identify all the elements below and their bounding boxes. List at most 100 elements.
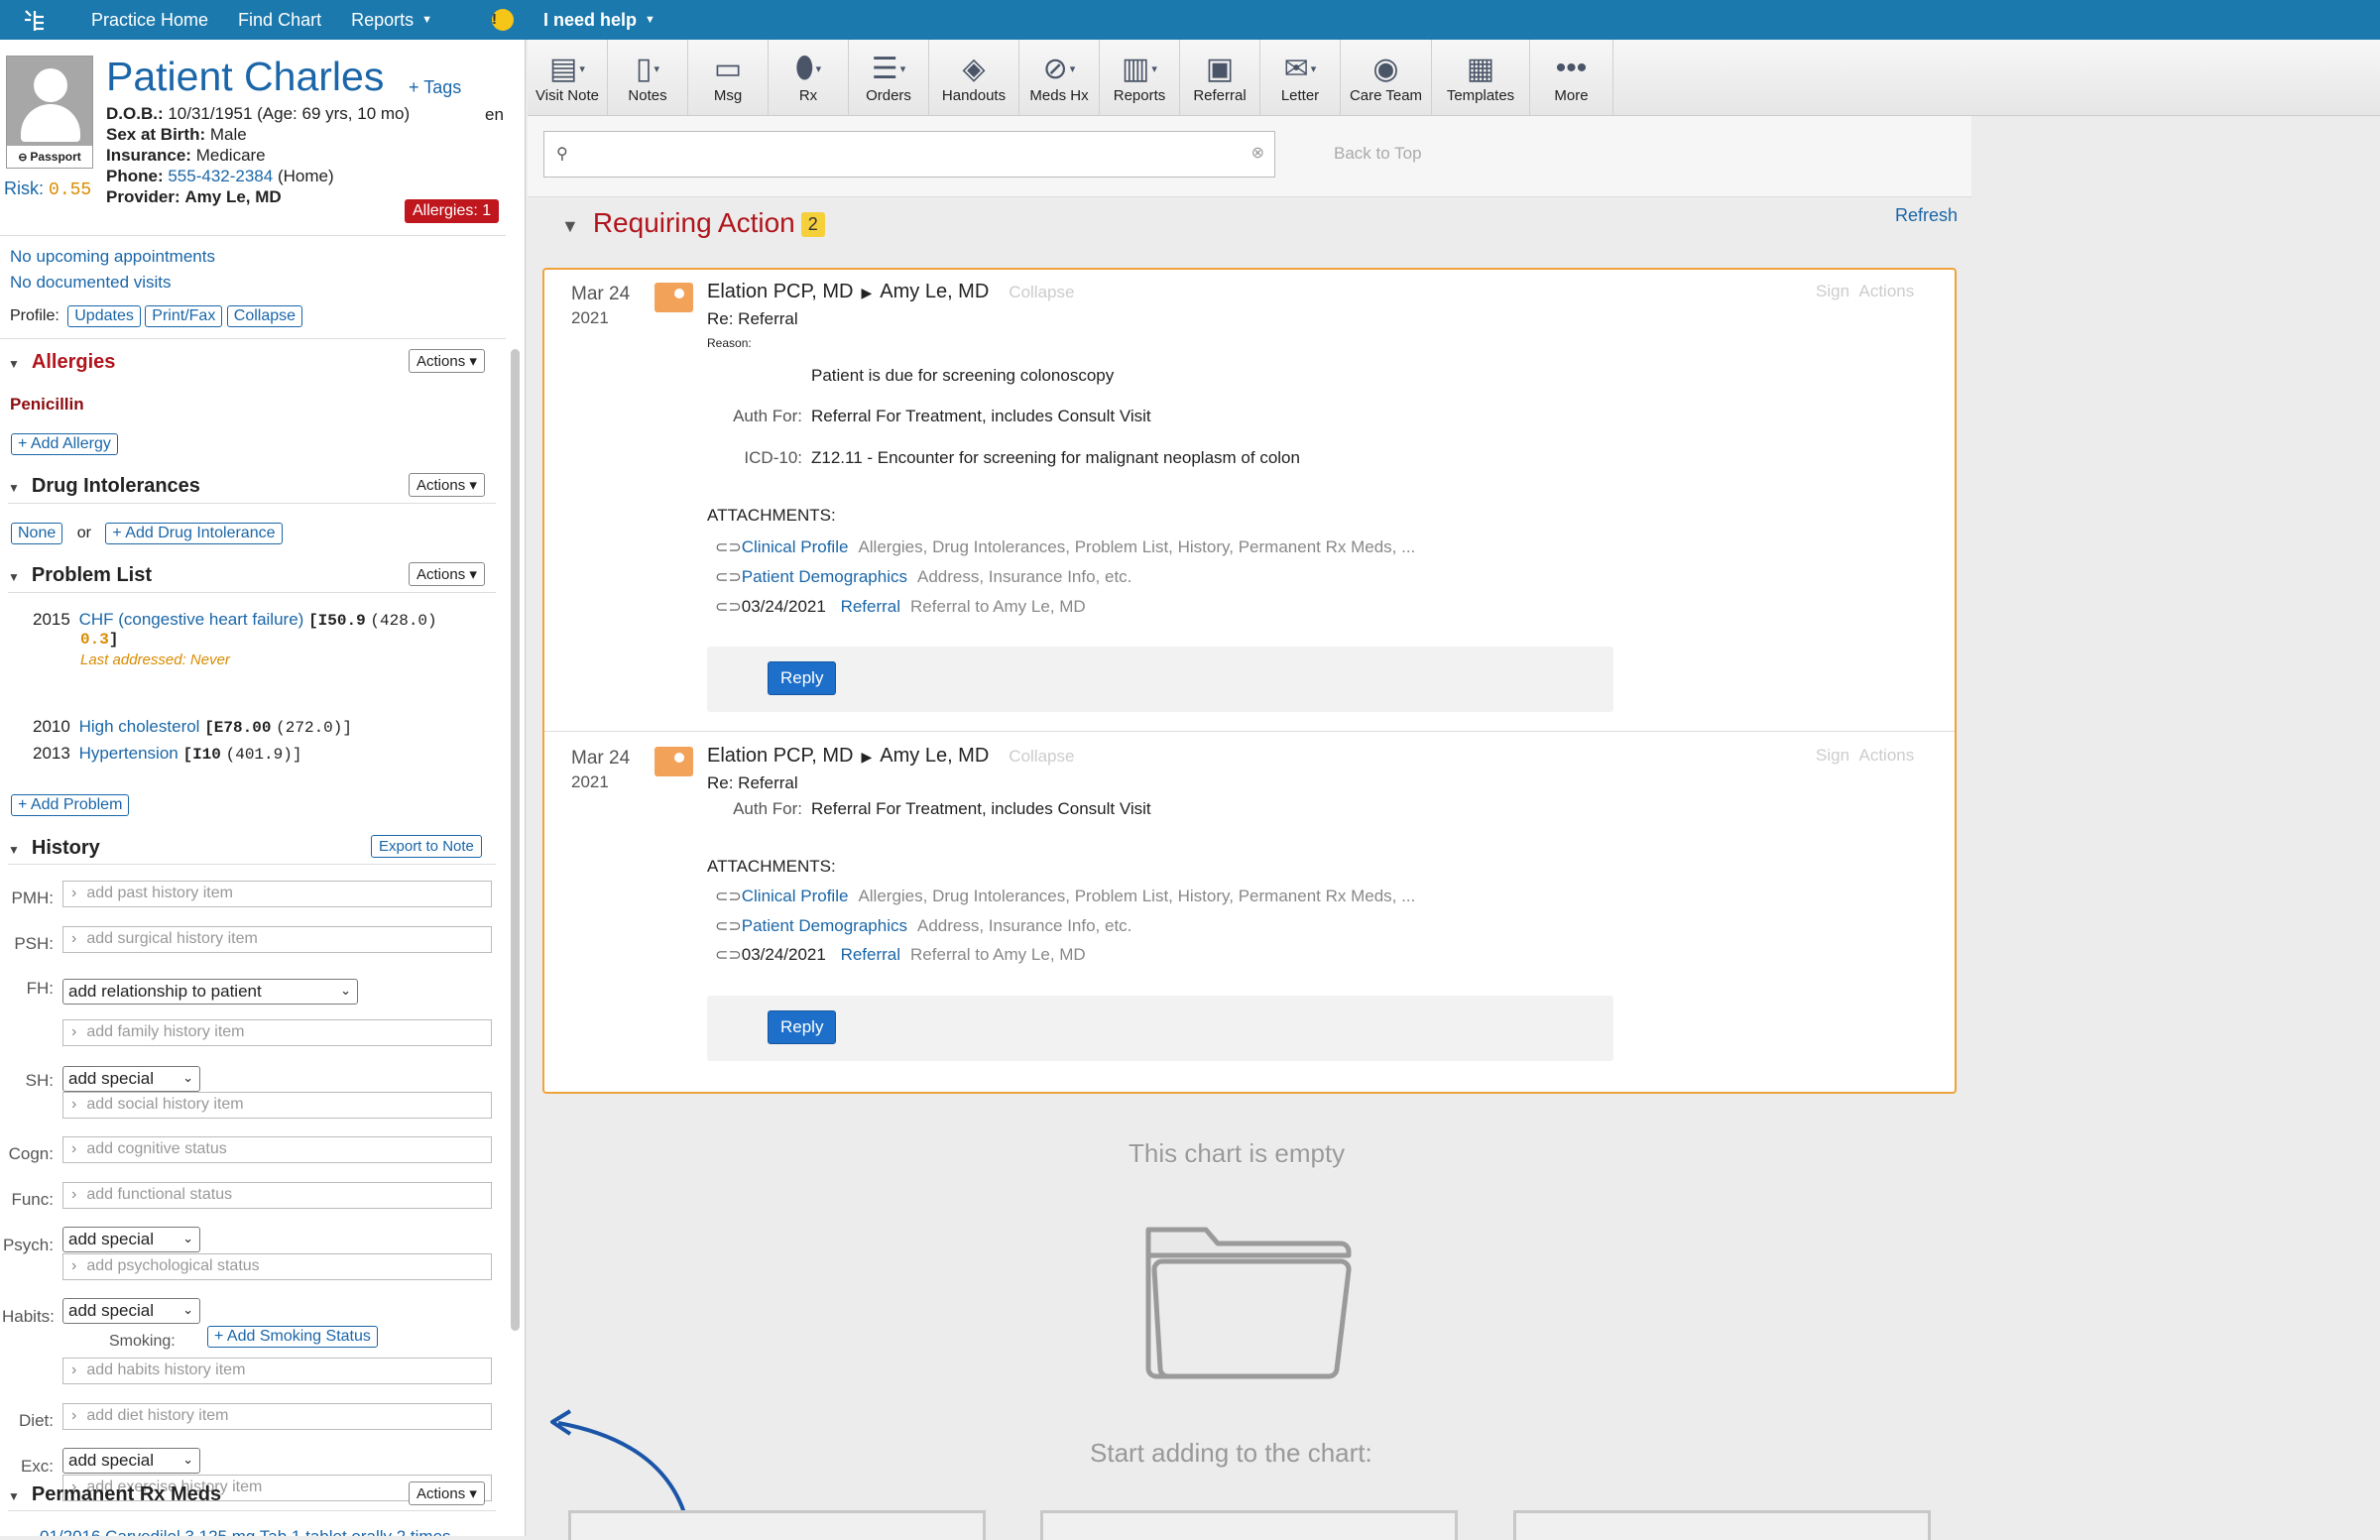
risk-score[interactable]: Risk: 0.55 bbox=[4, 178, 91, 200]
actions-label: Actions bbox=[416, 353, 466, 370]
refresh-link[interactable]: Refresh bbox=[1895, 205, 1958, 226]
intolerances-actions-button[interactable]: Actions ▾ bbox=[409, 473, 485, 497]
rx-meds-actions-button[interactable]: Actions ▾ bbox=[409, 1481, 485, 1505]
allergies-badge[interactable]: Allergies: 1 bbox=[405, 199, 500, 223]
problem-link[interactable]: High cholesterol bbox=[79, 717, 200, 736]
reply-button[interactable]: Reply bbox=[768, 1010, 837, 1044]
problem-code-suffix: 0.3 bbox=[80, 631, 109, 649]
back-to-top-link[interactable]: Back to Top bbox=[1334, 144, 1422, 164]
attachment-desc: Referral to Amy Le, MD bbox=[910, 597, 1086, 616]
diet-history-input[interactable]: › add diet history item bbox=[62, 1403, 492, 1430]
rx-meds-header[interactable]: ▼ Permanent Rx Meds bbox=[8, 1483, 221, 1506]
tags-link[interactable]: + Tags bbox=[409, 77, 461, 98]
updates-button[interactable]: Updates bbox=[67, 305, 141, 327]
print-fax-button[interactable]: Print/Fax bbox=[145, 305, 223, 327]
allergies-actions-button[interactable]: Actions ▾ bbox=[409, 349, 485, 373]
chat-icon: ▭ bbox=[713, 52, 743, 85]
nav-help[interactable]: ! I need help ▼ bbox=[492, 9, 685, 31]
drug-intolerances-header[interactable]: ▼ Drug Intolerances bbox=[8, 475, 200, 498]
orders-button[interactable]: ☰ ▾ Orders bbox=[849, 40, 929, 115]
habits-special-select[interactable]: add special ⌄ bbox=[62, 1298, 200, 1324]
clinical-profile-link[interactable]: Clinical Profile bbox=[742, 887, 849, 905]
clear-icon[interactable]: ⊗ bbox=[1251, 143, 1264, 163]
requiring-action-panel: Mar 24 2021 Elation PCP, MD ▶ Amy Le, MD Col… bbox=[542, 268, 1957, 1094]
visit-note-button[interactable]: ▤ ▾ Visit Note bbox=[528, 40, 608, 115]
nav-practice-home[interactable]: Practice Home bbox=[91, 10, 208, 31]
add-problem-button[interactable]: + Add Problem bbox=[11, 794, 130, 816]
social-history-input[interactable]: › add social history item bbox=[62, 1092, 492, 1119]
sign-link[interactable]: Sign bbox=[1816, 282, 1849, 300]
problem-link[interactable]: CHF (congestive heart failure) bbox=[79, 610, 304, 629]
rx-button[interactable]: ⬮ ▾ Rx bbox=[769, 40, 849, 115]
none-button[interactable]: None bbox=[11, 523, 63, 544]
problem-list-header[interactable]: ▼ Problem List bbox=[8, 564, 152, 587]
auth-label: Auth For: bbox=[733, 407, 802, 425]
meds-hx-button[interactable]: ⊘ ▾ Meds Hx bbox=[1019, 40, 1100, 115]
notes-button[interactable]: ▯ ▾ Notes bbox=[608, 40, 688, 115]
reply-box: Reply bbox=[707, 996, 1613, 1061]
more-button[interactable]: ••• More bbox=[1530, 40, 1613, 115]
patient-demographics-link[interactable]: Patient Demographics bbox=[742, 916, 907, 935]
problem-link[interactable]: Hypertension bbox=[79, 744, 178, 763]
chart-search-input[interactable]: ⚲ ⊗ bbox=[543, 131, 1275, 178]
templates-button[interactable]: ▦ Templates bbox=[1432, 40, 1530, 115]
care-team-button[interactable]: ◉ Care Team bbox=[1341, 40, 1432, 115]
paperclip-icon: ⊂⊃ bbox=[715, 918, 742, 935]
patient-info: D.O.B.: 10/31/1951 (Age: 69 yrs, 10 mo) … bbox=[106, 103, 410, 207]
reply-button[interactable]: Reply bbox=[768, 661, 837, 695]
problems-actions-button[interactable]: Actions ▾ bbox=[409, 562, 485, 586]
referral-button[interactable]: ▣ Referral bbox=[1180, 40, 1260, 115]
team-icon: ◉ bbox=[1372, 52, 1399, 85]
patient-demographics-link[interactable]: Patient Demographics bbox=[742, 567, 907, 586]
allergy-item[interactable]: Penicillin bbox=[10, 395, 84, 415]
elation-logo-icon[interactable] bbox=[22, 7, 48, 33]
referral-link[interactable]: Referral bbox=[841, 597, 900, 616]
psychological-status-input[interactable]: › add psychological status bbox=[62, 1253, 492, 1280]
family-history-input[interactable]: › add family history item bbox=[62, 1019, 492, 1046]
avatar[interactable]: ⊖ Passport bbox=[6, 56, 93, 169]
clinical-profile-link[interactable]: Clinical Profile bbox=[742, 537, 849, 556]
history-header[interactable]: ▼ History bbox=[8, 837, 100, 860]
surgical-history-input[interactable]: › add surgical history item bbox=[62, 926, 492, 953]
handouts-button[interactable]: ◈ Handouts bbox=[929, 40, 1019, 115]
passport-badge[interactable]: ⊖ Passport bbox=[7, 146, 92, 168]
collapse-button[interactable]: Collapse bbox=[226, 305, 303, 327]
requiring-action-header[interactable]: ▼ Requiring Action 2 bbox=[561, 207, 825, 239]
habits-history-input[interactable]: › add habits history item bbox=[62, 1358, 492, 1384]
patient-name[interactable]: Patient Charles bbox=[106, 54, 384, 100]
msg-button[interactable]: ▭ Msg bbox=[688, 40, 769, 115]
past-history-placeholder: add past history item bbox=[86, 885, 233, 901]
sidebar-scrollbar[interactable] bbox=[511, 349, 520, 1331]
cognitive-status-input[interactable]: › add cognitive status bbox=[62, 1136, 492, 1163]
message-collapse-link[interactable]: Collapse bbox=[1009, 747, 1074, 766]
past-history-input[interactable]: › add past history item bbox=[62, 881, 492, 907]
add-smoking-status-button[interactable]: + Add Smoking Status bbox=[207, 1326, 378, 1348]
phone-link[interactable]: 555-432-2384 bbox=[168, 167, 273, 185]
nav-find-chart[interactable]: Find Chart bbox=[238, 10, 321, 31]
icd-label: ICD-10: bbox=[744, 448, 802, 467]
documented-visits-link[interactable]: No documented visits bbox=[10, 273, 172, 293]
add-drug-intolerance-button[interactable]: + Add Drug Intolerance bbox=[105, 523, 283, 544]
nav-reports[interactable]: Reports ▼ bbox=[351, 10, 462, 31]
family-relationship-select[interactable]: add relationship to patient ⌄ bbox=[62, 979, 358, 1005]
message-collapse-link[interactable]: Collapse bbox=[1009, 283, 1074, 301]
letter-button[interactable]: ✉ ▾ Letter bbox=[1260, 40, 1341, 115]
exercise-special-select[interactable]: add special ⌄ bbox=[62, 1448, 200, 1474]
message-actions-link[interactable]: Actions bbox=[1858, 282, 1914, 300]
sign-link[interactable]: Sign bbox=[1816, 746, 1849, 765]
allergies-header[interactable]: ▼ Allergies bbox=[8, 351, 115, 374]
social-special-select[interactable]: add special ⌄ bbox=[62, 1066, 200, 1092]
profile-label: Profile: bbox=[10, 307, 60, 324]
add-allergy-button[interactable]: + Add Allergy bbox=[11, 433, 118, 455]
psych-special-select[interactable]: add special ⌄ bbox=[62, 1227, 200, 1252]
export-to-note-button[interactable]: Export to Note bbox=[371, 835, 482, 858]
upcoming-appointments-link[interactable]: No upcoming appointments bbox=[10, 247, 215, 267]
rx-med-item[interactable]: 01/2016 Carvedilol 3.125 mg Tab 1 tablet… bbox=[40, 1527, 451, 1536]
referral-link[interactable]: Referral bbox=[841, 945, 900, 964]
chevron-right-icon: › bbox=[71, 1023, 77, 1040]
functional-status-input[interactable]: › add functional status bbox=[62, 1182, 492, 1209]
arrow-right-icon: ▶ bbox=[861, 749, 873, 765]
chevron-right-icon: › bbox=[71, 1362, 77, 1378]
message-actions-link[interactable]: Actions bbox=[1858, 746, 1914, 765]
reports-button[interactable]: ▥ ▾ Reports bbox=[1100, 40, 1180, 115]
